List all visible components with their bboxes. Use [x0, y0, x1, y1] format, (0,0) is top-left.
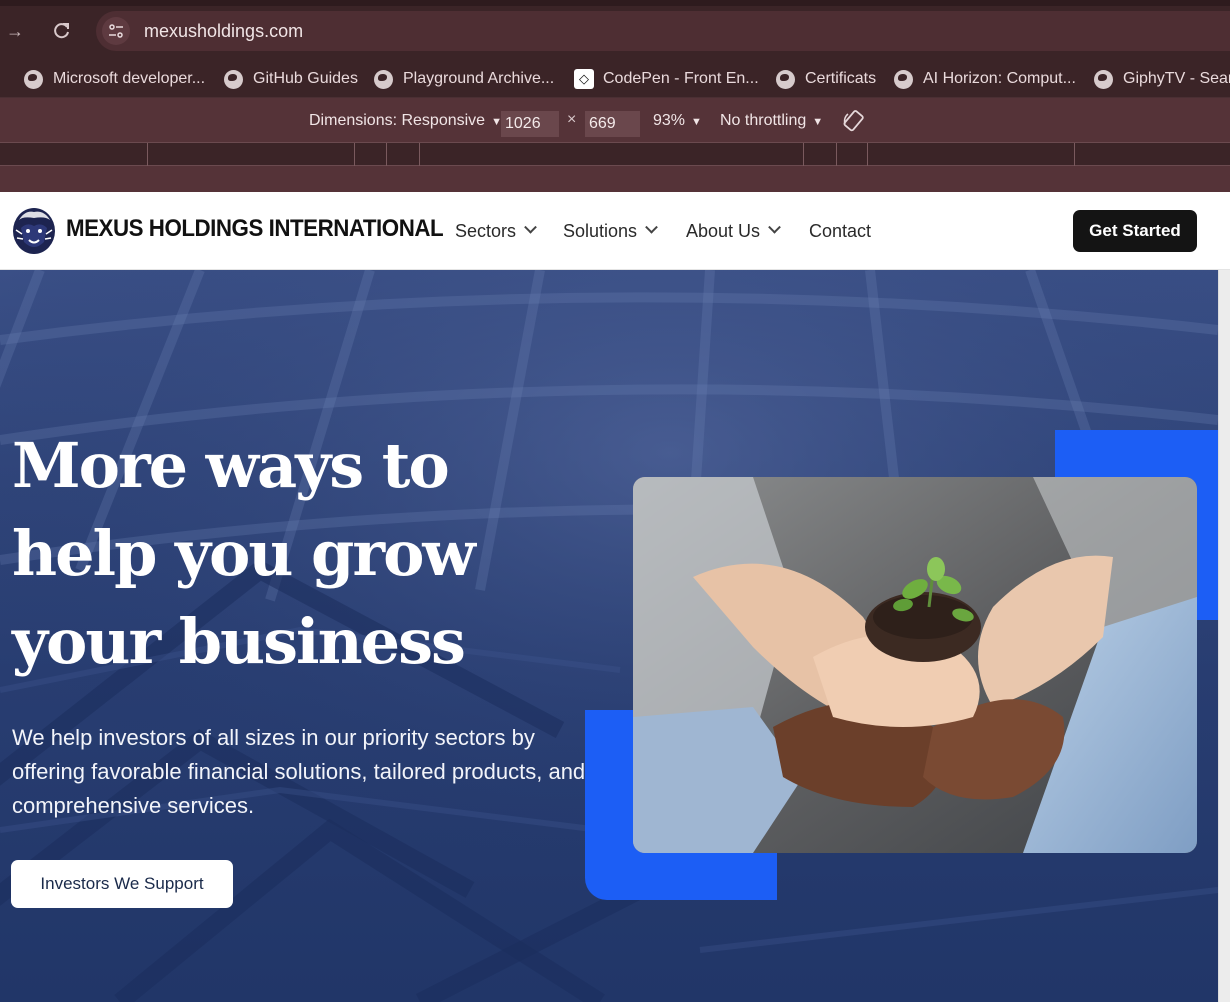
height-input[interactable]: 669 — [585, 111, 640, 137]
globe-icon — [894, 69, 913, 89]
nav-label: Solutions — [563, 221, 638, 241]
bookmark-ai-horizon[interactable]: AI Horizon: Comput... — [894, 68, 1076, 90]
times-separator: × — [567, 111, 577, 128]
bookmark-label: CodePen - Front En... — [603, 70, 759, 87]
nav-label: Sectors — [455, 221, 517, 241]
brand-name[interactable]: MEXUS HOLDINGS INTERNATIONAL — [66, 215, 444, 243]
dimensions-label: Dimensions: Responsive — [309, 112, 486, 129]
ruler-tick — [419, 143, 420, 167]
hero-description: We help investors of all sizes in our pr… — [12, 725, 586, 818]
nav-label: About Us — [686, 221, 761, 241]
bookmark-certificats[interactable]: Certificats — [776, 68, 876, 90]
tab-strip — [0, 0, 1230, 6]
bookmark-label: Microsoft developer... — [53, 70, 206, 87]
bookmark-label: GiphyTV - Searc — [1123, 70, 1230, 87]
ruler-tick — [354, 143, 355, 167]
dimensions-dropdown[interactable]: Dimensions: Responsive ▼ — [309, 112, 502, 130]
nav-solutions[interactable]: Solutions — [563, 220, 658, 242]
bookmark-giphytv[interactable]: GiphyTV - Searc — [1094, 68, 1230, 90]
page-viewport: MEXUS HOLDINGS INTERNATIONAL Sectors Sol… — [0, 192, 1230, 1002]
bookmarks-bar: Microsoft developer... GitHub Guides Pla… — [0, 60, 1230, 98]
ruler-tick — [803, 143, 804, 167]
bookmark-label: Certificats — [805, 70, 877, 87]
width-input[interactable]: 1026 — [501, 111, 559, 137]
hero-title: More ways to help you grow your business — [12, 429, 476, 678]
hands-holding-seedling-image — [633, 477, 1197, 853]
bookmark-label: Playground Archive... — [403, 70, 555, 87]
globe-icon — [374, 69, 393, 89]
nav-sectors[interactable]: Sectors — [455, 220, 537, 242]
site-header: MEXUS HOLDINGS INTERNATIONAL Sectors Sol… — [0, 192, 1230, 270]
bookmark-label: AI Horizon: Comput... — [923, 70, 1076, 87]
reload-icon[interactable] — [49, 18, 75, 44]
chevron-down-icon — [524, 220, 537, 234]
ruler-tick — [867, 143, 868, 167]
lion-logo-icon[interactable] — [11, 206, 57, 256]
caret-down-icon: ▼ — [812, 116, 824, 128]
nav-about-us[interactable]: About Us — [686, 220, 781, 242]
globe-icon — [224, 69, 243, 89]
bookmark-github-guides[interactable]: GitHub Guides — [224, 68, 358, 90]
globe-icon — [1094, 69, 1113, 89]
forward-icon[interactable]: → — [2, 18, 28, 44]
page-scrollbar[interactable] — [1218, 270, 1230, 1002]
ruler-tick — [147, 143, 148, 167]
zoom-value: 93% — [653, 112, 686, 129]
investors-we-support-button[interactable]: Investors We Support — [11, 860, 233, 908]
media-query-ruler[interactable] — [0, 142, 1230, 167]
nav-label: Contact — [809, 221, 872, 241]
ruler-tick — [836, 143, 837, 167]
viewport-gap — [0, 166, 1230, 192]
hero-section: More ways to help you grow your business… — [0, 270, 1218, 1002]
rotate-icon[interactable] — [842, 109, 866, 138]
site-settings-icon[interactable] — [102, 17, 130, 45]
ruler-tick — [386, 143, 387, 167]
bookmark-playground-archive[interactable]: Playground Archive... — [374, 68, 554, 90]
get-started-button[interactable]: Get Started — [1073, 210, 1197, 252]
chevron-down-icon — [768, 220, 781, 234]
throttling-value: No throttling — [720, 112, 807, 129]
codepen-icon: ◇ — [574, 69, 594, 89]
bookmark-label: GitHub Guides — [253, 70, 358, 87]
globe-icon — [24, 69, 43, 89]
nav-contact[interactable]: Contact — [809, 221, 871, 242]
caret-down-icon: ▼ — [691, 116, 702, 128]
chevron-down-icon — [645, 220, 658, 234]
zoom-dropdown[interactable]: 93% ▼ — [653, 112, 702, 130]
throttling-dropdown[interactable]: No throttling ▼ — [720, 112, 823, 130]
ruler-tick — [1074, 143, 1075, 167]
globe-icon — [776, 69, 795, 89]
browser-toolbar: → mexusholdings.com — [0, 0, 1230, 60]
url-text[interactable]: mexusholdings.com — [144, 21, 303, 42]
address-bar[interactable]: mexusholdings.com — [96, 11, 1230, 51]
bookmark-microsoft-developer[interactable]: Microsoft developer... — [24, 68, 205, 90]
bookmark-codepen[interactable]: ◇ CodePen - Front En... — [574, 68, 759, 90]
